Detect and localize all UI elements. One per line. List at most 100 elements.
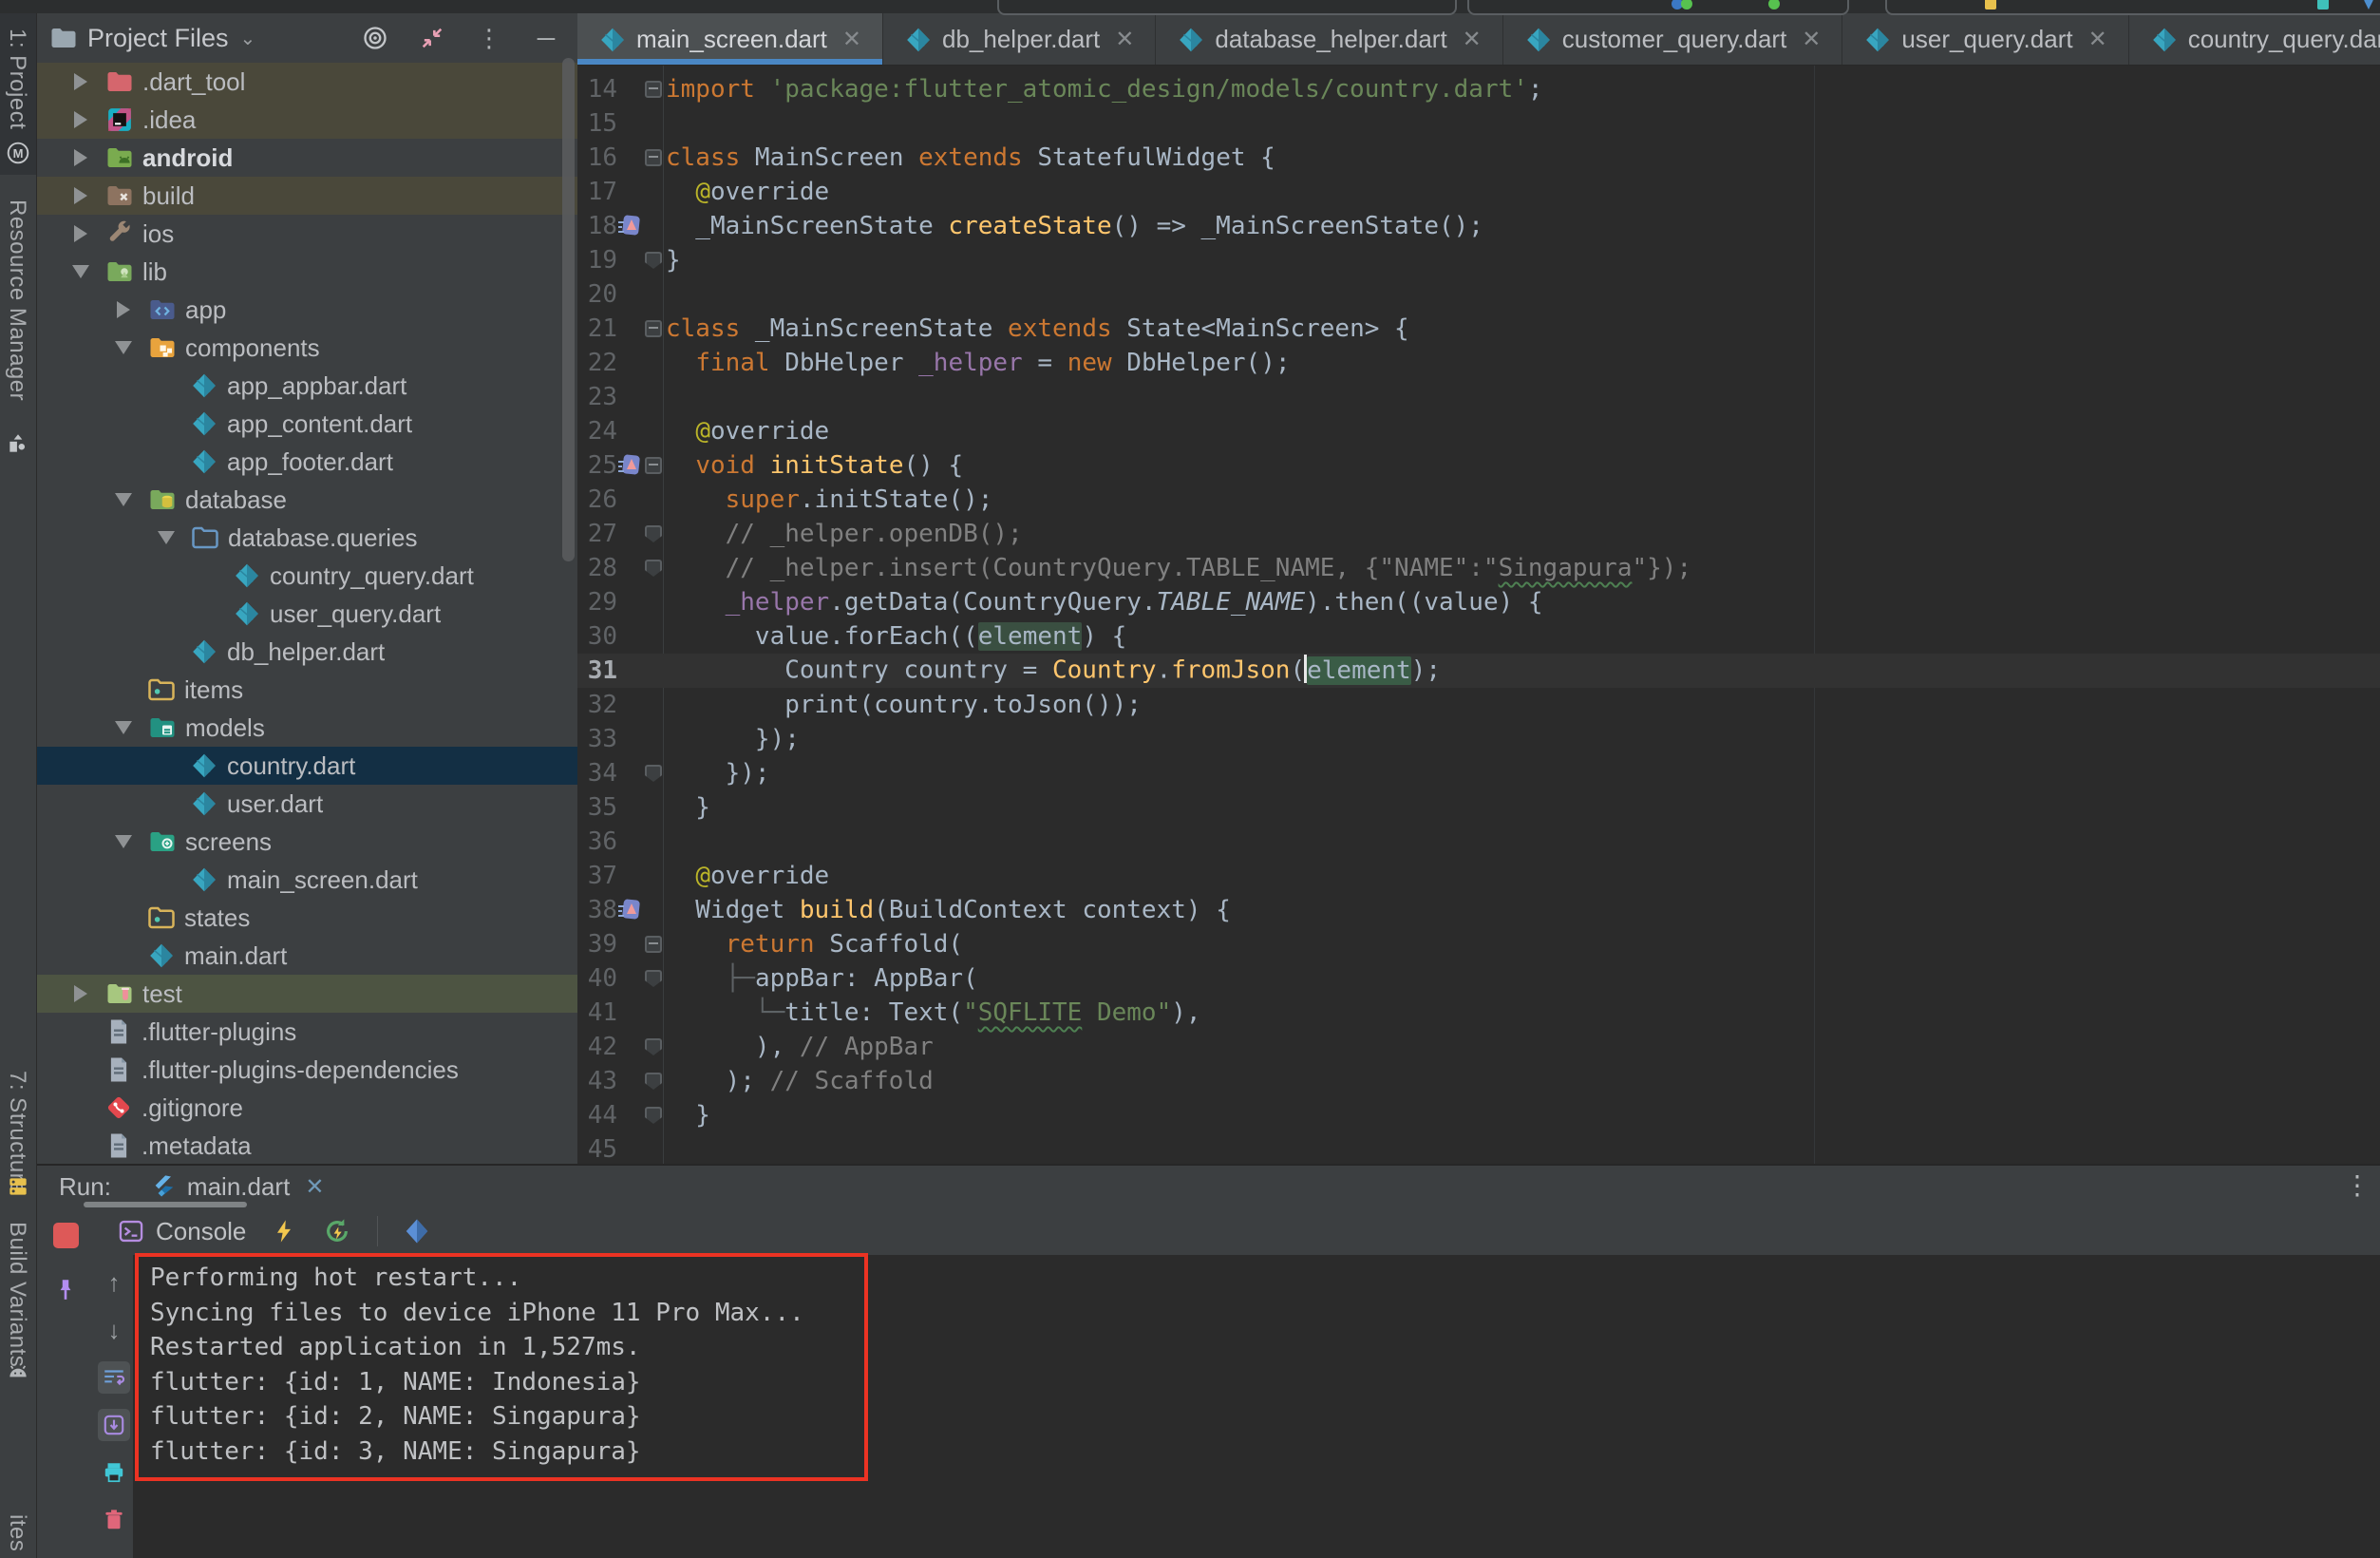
tree-item-app[interactable]: app [36,291,577,329]
chevron-collapsed-icon[interactable] [65,187,97,204]
line-number[interactable]: 27 [577,520,617,548]
resource-manager-icon[interactable] [6,431,30,456]
fold-marker-icon[interactable] [642,765,665,782]
tree-item-database[interactable]: database [36,481,577,519]
code-area[interactable]: 14 import 'package:flutter_atomic_design/… [577,66,2380,1164]
code-line-33[interactable]: 33 }); [577,722,2380,756]
tool-stripe-favorites-partial[interactable]: ites [4,1514,30,1551]
line-number[interactable]: 41 [577,998,617,1027]
stop-button[interactable] [52,1223,79,1248]
run-tab-main-dart[interactable]: main.dart ✕ [151,1172,324,1202]
tree-item-states[interactable]: states [36,899,577,937]
project-tool-icon[interactable]: M [6,141,30,165]
chevron-expanded-icon[interactable] [107,341,140,354]
tree-item--gitignore[interactable]: .gitignore [36,1089,577,1127]
flutter-hot-reload-gutter-icon[interactable] [617,898,642,922]
scroll-up-icon[interactable]: ↑ [98,1266,130,1299]
tree-item-country-query-dart[interactable]: country_query.dart [36,557,577,595]
tree-item-app-appbar-dart[interactable]: app_appbar.dart [36,367,577,405]
locate-file-icon[interactable] [361,24,389,52]
fold-marker-icon[interactable] [642,320,665,337]
tree-item-main-screen-dart[interactable]: main_screen.dart [36,861,577,899]
chevron-expanded-icon[interactable] [150,531,182,544]
line-number[interactable]: 17 [577,178,617,206]
tree-item-screens[interactable]: screens [36,823,577,861]
tree-item--idea[interactable]: .idea [36,101,577,139]
line-number[interactable]: 36 [577,827,617,856]
editor-tab-main_screen-dart[interactable]: main_screen.dart ✕ [577,13,883,65]
code-line-27[interactable]: 27 // _helper.openDB(); [577,517,2380,551]
hot-restart-icon[interactable] [322,1216,352,1246]
line-number[interactable]: 33 [577,725,617,753]
hot-reload-bolt-icon[interactable] [271,1218,297,1244]
code-line-23[interactable]: 23 [577,380,2380,414]
fold-marker-icon[interactable] [642,1107,665,1124]
editor-tab-customer_query-dart[interactable]: customer_query.dart ✕ [1503,13,1843,65]
line-number[interactable]: 21 [577,314,617,343]
close-tab-icon[interactable]: ✕ [1463,26,1482,53]
chevron-expanded-icon[interactable] [107,721,140,734]
code-line-36[interactable]: 36 [577,825,2380,859]
chevron-collapsed-icon[interactable] [65,985,97,1002]
scroll-to-end-icon[interactable] [98,1409,130,1441]
chevron-expanded-icon[interactable] [107,835,140,848]
chevron-collapsed-icon[interactable] [65,149,97,166]
tree-item-build[interactable]: build [36,177,577,215]
flutter-hot-reload-gutter-icon[interactable] [617,214,642,238]
code-line-35[interactable]: 35 } [577,790,2380,825]
line-number[interactable]: 34 [577,759,617,788]
line-number[interactable]: 19 [577,246,617,275]
code-line-20[interactable]: 20 [577,277,2380,312]
line-number[interactable]: 35 [577,793,617,822]
close-tab-icon[interactable]: ✕ [842,26,861,53]
fold-marker-icon[interactable] [642,1038,665,1055]
chevron-collapsed-icon[interactable] [65,225,97,242]
print-icon[interactable] [98,1456,130,1489]
code-line-34[interactable]: 34 }); [577,756,2380,790]
code-line-26[interactable]: 26 super.initState(); [577,483,2380,517]
line-number[interactable]: 20 [577,280,617,309]
editor-tab-country_query-dart[interactable]: country_query.dart✕ [2129,13,2380,65]
code-line-17[interactable]: 17 @override [577,175,2380,209]
code-line-43[interactable]: 43 ); // Scaffold [577,1064,2380,1098]
tree-item--flutter-plugins[interactable]: .flutter-plugins [36,1013,577,1051]
tree-item-user-query-dart[interactable]: user_query.dart [36,595,577,633]
line-number[interactable]: 44 [577,1101,617,1130]
chevron-expanded-icon[interactable] [107,493,140,506]
console-tab[interactable]: Console [118,1217,246,1246]
line-number[interactable]: 30 [577,622,617,651]
chevron-collapsed-icon[interactable] [107,301,140,318]
tree-item-database-queries[interactable]: database.queries [36,519,577,557]
code-line-41[interactable]: 41 └─title: Text("SQFLITE Demo"), [577,996,2380,1030]
project-view-selector[interactable]: Project Files ⌄ [49,24,255,53]
fold-marker-icon[interactable] [642,149,665,166]
code-line-39[interactable]: 39 return Scaffold( [577,927,2380,961]
line-number[interactable]: 25 [577,451,617,480]
fold-marker-icon[interactable] [642,457,665,474]
line-number[interactable]: 22 [577,349,617,377]
code-line-42[interactable]: 42 ), // AppBar [577,1030,2380,1064]
console-output[interactable]: Performing hot restart... Syncing files t… [133,1253,2380,1558]
code-line-16[interactable]: 16 class MainScreen extends StatefulWidge… [577,141,2380,175]
line-number[interactable]: 26 [577,485,617,514]
tree-item-ios[interactable]: ios [36,215,577,253]
code-line-24[interactable]: 24 @override [577,414,2380,448]
line-number[interactable]: 38 [577,896,617,924]
line-number[interactable]: 32 [577,691,617,719]
tree-item-app-content-dart[interactable]: app_content.dart [36,405,577,443]
code-line-15[interactable]: 15 [577,106,2380,141]
code-line-30[interactable]: 30 value.forEach((element) { [577,619,2380,654]
code-line-21[interactable]: 21 class _MainScreenState extends State<M… [577,312,2380,346]
tree-item-models[interactable]: models [36,709,577,747]
fold-marker-icon[interactable] [642,81,665,98]
fold-marker-icon[interactable] [642,525,665,542]
line-number[interactable]: 31 [577,656,617,685]
editor-tab-db_helper-dart[interactable]: db_helper.dart ✕ [883,13,1157,65]
dart-devtools-icon[interactable] [403,1217,431,1245]
code-line-37[interactable]: 37 @override [577,859,2380,893]
tree-item-db-helper-dart[interactable]: db_helper.dart [36,633,577,671]
code-line-40[interactable]: 40 ├─appBar: AppBar( [577,961,2380,996]
line-number[interactable]: 39 [577,930,617,959]
code-line-14[interactable]: 14 import 'package:flutter_atomic_design/… [577,72,2380,106]
clear-console-trash-icon[interactable] [98,1504,130,1536]
